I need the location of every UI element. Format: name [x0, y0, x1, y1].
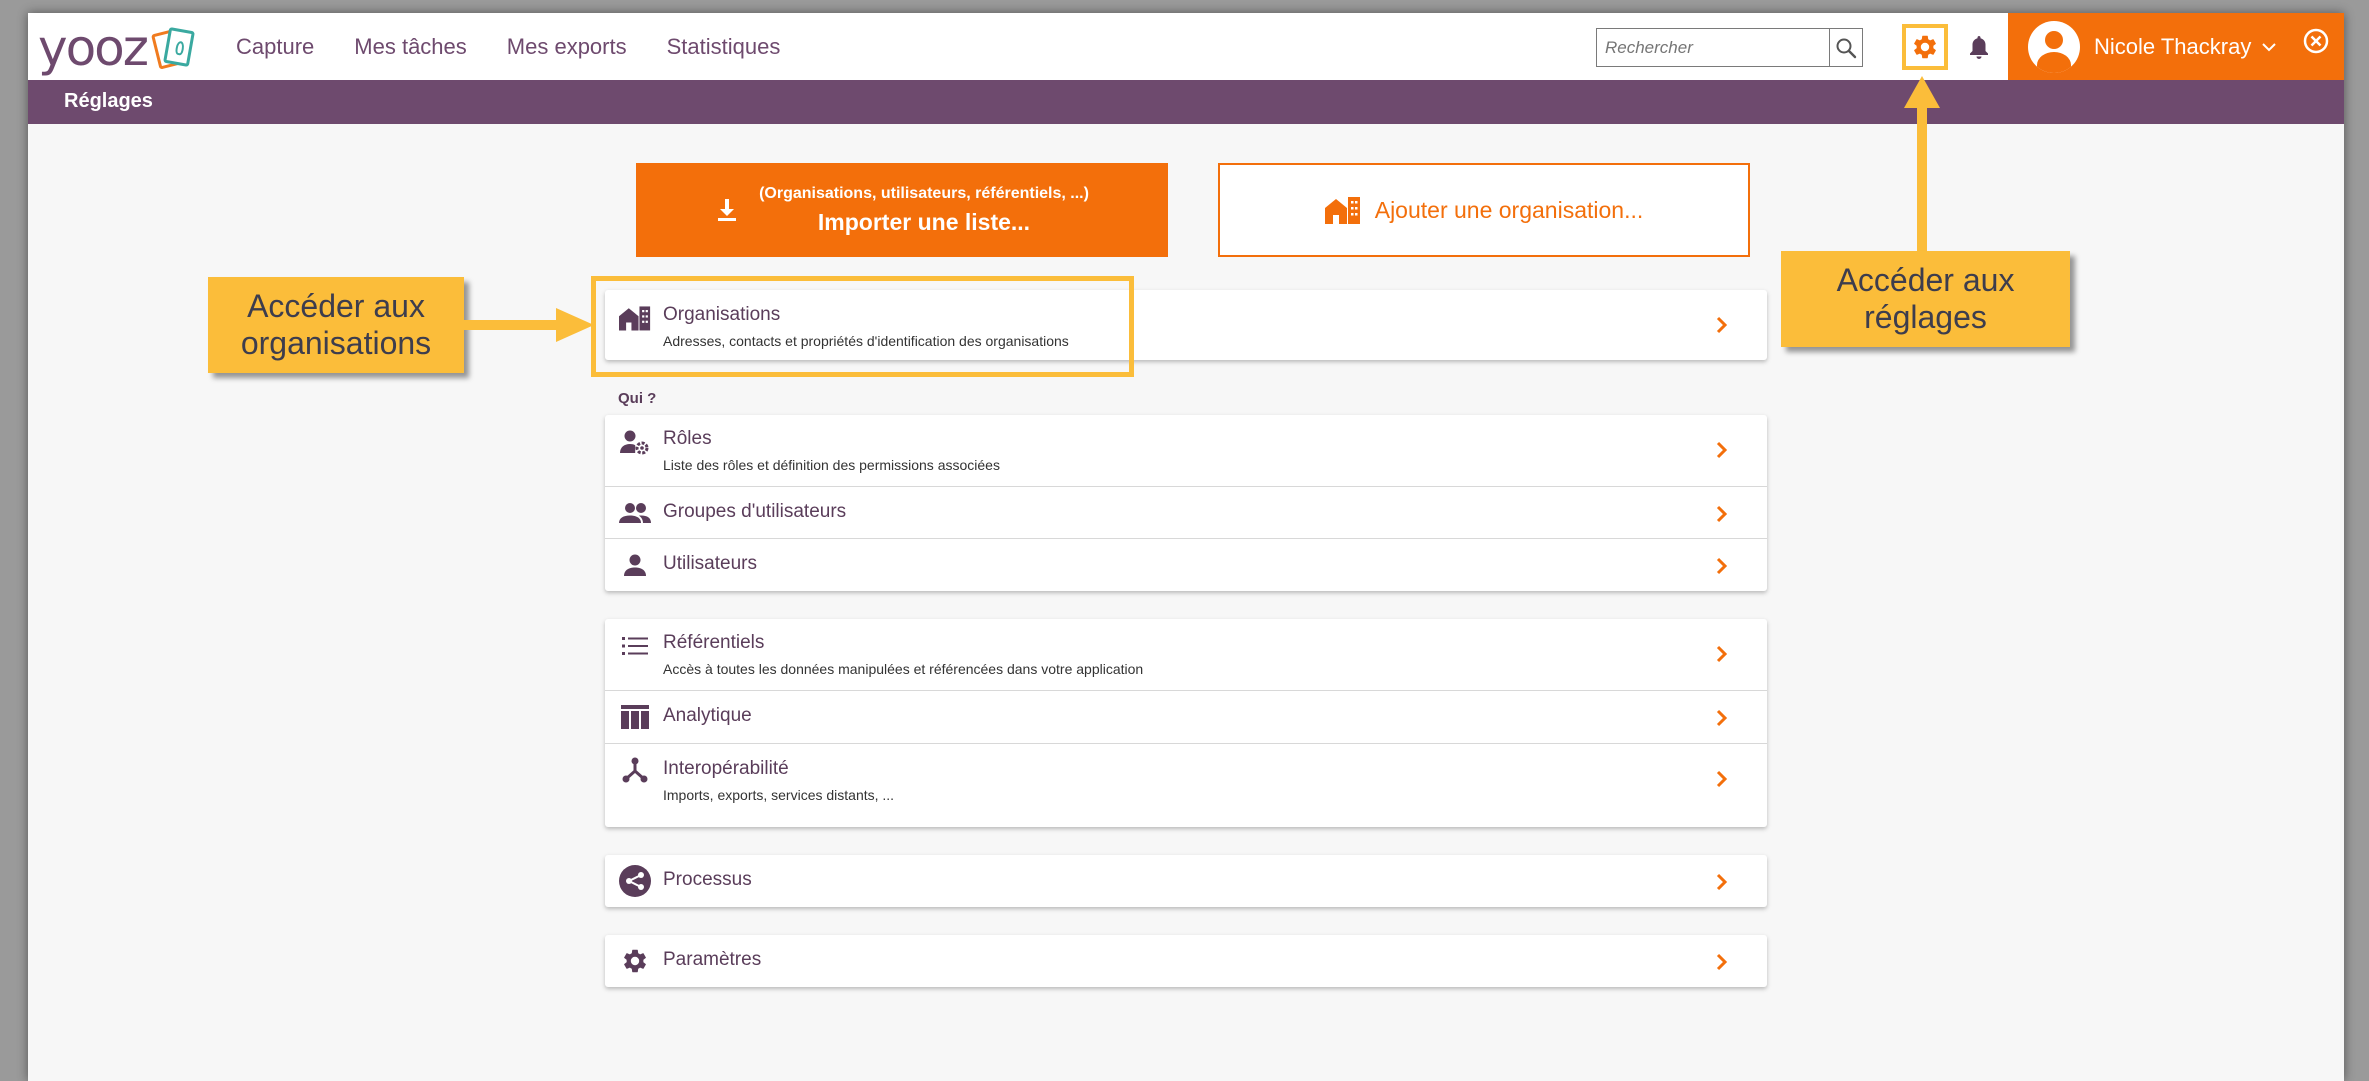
avatar: [2028, 20, 2080, 73]
yooz-logo[interactable]: yooz: [38, 21, 197, 75]
chevron-right-icon: [1716, 873, 1728, 891]
user-name: Nicole Thackray: [2094, 33, 2252, 59]
notifications-button[interactable]: [1963, 31, 1995, 63]
chevron-right-icon: [1716, 953, 1728, 971]
table-columns-icon: [619, 701, 651, 733]
row-description: Imports, exports, services distants, ...: [663, 787, 895, 803]
import-subtitle: (Organisations, utilisateurs, référentie…: [759, 184, 1089, 202]
settings-row-user-groups[interactable]: Groupes d'utilisateurs: [605, 486, 1767, 538]
settings-row-analytique[interactable]: Analytique: [605, 690, 1767, 743]
parametres-card: Paramètres: [605, 935, 1767, 987]
callout-organisations: Accéder aux organisations: [208, 277, 464, 373]
process-share-icon: [619, 865, 651, 897]
user-icon: [619, 549, 651, 581]
organisation-icon: [1324, 197, 1360, 224]
row-title: Utilisateurs: [663, 553, 757, 574]
users-card: Rôles Liste des rôles et définition des …: [605, 415, 1767, 591]
gear-icon: [1914, 35, 1936, 59]
chevron-right-icon: [1716, 316, 1728, 334]
row-title: Analytique: [663, 705, 752, 726]
app-window: yooz Capture Mes tâches Mes exports Stat…: [28, 13, 2344, 1081]
settings-row-roles[interactable]: Rôles Liste des rôles et définition des …: [605, 415, 1767, 486]
top-bar: yooz Capture Mes tâches Mes exports Stat…: [28, 13, 2344, 80]
search-box: [1596, 28, 1863, 67]
arrow-to-organisations: [444, 308, 594, 342]
add-organisation-label: Ajouter une organisation...: [1374, 196, 1644, 223]
settings-row-referentiels[interactable]: Référentiels Accès à toutes les données …: [605, 619, 1767, 690]
user-gear-icon: [619, 426, 651, 458]
nav-capture[interactable]: Capture: [236, 34, 314, 60]
gear-icon: [619, 945, 651, 977]
row-title: Interopérabilité: [663, 758, 789, 779]
search-input[interactable]: [1597, 29, 1829, 66]
settings-row-parametres[interactable]: Paramètres: [605, 935, 1767, 987]
chevron-right-icon: [1716, 505, 1728, 523]
callout-line: Accéder aux: [1836, 262, 2015, 299]
row-title: Processus: [663, 869, 752, 890]
callout-line: Accéder aux: [247, 288, 425, 325]
nav-statistiques[interactable]: Statistiques: [667, 34, 781, 60]
settings-button[interactable]: [1902, 24, 1948, 70]
chevron-right-icon: [1716, 645, 1728, 663]
data-card: Référentiels Accès à toutes les données …: [605, 619, 1767, 827]
row-title: Rôles: [663, 428, 712, 449]
chevron-right-icon: [1716, 770, 1728, 788]
import-list-button[interactable]: (Organisations, utilisateurs, référentie…: [636, 163, 1168, 257]
processus-card: Processus: [605, 855, 1767, 907]
bell-icon: [1970, 36, 1988, 59]
highlight-organisations: [591, 276, 1134, 377]
chevron-right-icon: [1716, 557, 1728, 575]
settings-row-users[interactable]: Utilisateurs: [605, 538, 1767, 591]
logo-text: yooz: [38, 19, 149, 77]
chevron-right-icon: [1716, 709, 1728, 727]
network-icon: [619, 754, 651, 786]
search-icon: [1836, 38, 1857, 58]
row-title: Groupes d'utilisateurs: [663, 501, 847, 522]
logo-cards-icon: [151, 25, 197, 71]
search-button[interactable]: [1829, 29, 1862, 66]
row-title: Paramètres: [663, 949, 762, 970]
group-icon: [619, 497, 651, 529]
list-icon: [619, 630, 651, 662]
callout-line: réglages: [1864, 299, 1987, 335]
callout-settings: Accéder aux réglages: [1781, 251, 2070, 347]
chevron-right-icon: [1716, 441, 1728, 459]
user-menu[interactable]: Nicole Thackray: [2008, 13, 2344, 80]
add-organisation-button[interactable]: Ajouter une organisation...: [1218, 163, 1750, 257]
sub-header: Réglages: [28, 80, 2344, 124]
page-title: Réglages: [64, 90, 153, 112]
main-nav: Capture Mes tâches Mes exports Statistiq…: [236, 13, 780, 80]
close-icon[interactable]: [2302, 27, 2330, 55]
chevron-down-icon: [2262, 42, 2277, 51]
import-label: Importer une liste...: [817, 208, 1031, 235]
settings-row-interoperabilite[interactable]: Interopérabilité Imports, exports, servi…: [605, 743, 1767, 827]
nav-mes-taches[interactable]: Mes tâches: [354, 34, 467, 60]
download-icon: [718, 199, 737, 221]
row-description: Liste des rôles et définition des permis…: [663, 457, 1000, 473]
row-title: Référentiels: [663, 632, 765, 653]
row-description: Accès à toutes les données manipulées et…: [663, 661, 1144, 677]
arrow-to-settings: [1904, 76, 1940, 252]
settings-row-processus[interactable]: Processus: [605, 855, 1767, 907]
callout-line: organisations: [240, 325, 432, 361]
nav-mes-exports[interactable]: Mes exports: [507, 34, 627, 60]
section-label-qui: Qui ?: [618, 390, 657, 407]
